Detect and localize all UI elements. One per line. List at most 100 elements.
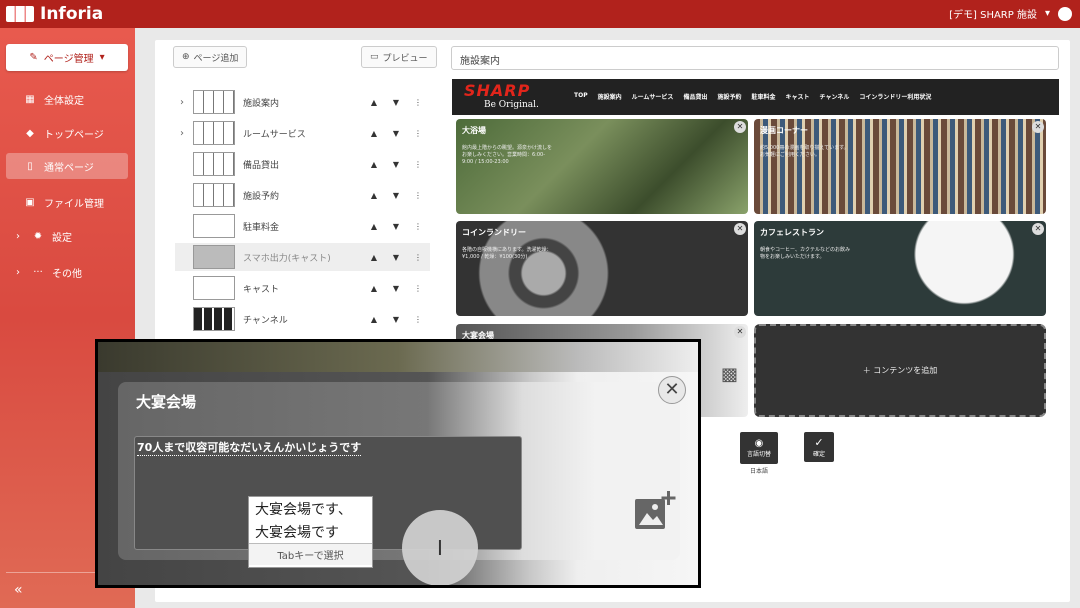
text-cursor-icon: I <box>402 510 478 585</box>
move-down-icon[interactable]: ▼ <box>385 253 407 262</box>
more-vert-icon[interactable]: ⋮ <box>407 129 429 138</box>
more-vert-icon[interactable]: ⋮ <box>407 98 429 107</box>
content-card[interactable]: コインランドリー 各階の自販機横にあります。洗濯乾燥：¥1,000 / 乾燥：¥… <box>456 221 748 316</box>
add-content-button[interactable]: ＋ コンテンツを追加 <box>754 324 1046 417</box>
chevron-right-icon[interactable]: › <box>175 128 189 139</box>
add-image-icon[interactable]: ▩ <box>721 364 738 385</box>
card-title: 大宴会場 <box>136 393 197 411</box>
move-up-icon[interactable]: ▲ <box>363 160 385 169</box>
more-icon: ··· <box>33 266 43 278</box>
confirm-label: 確定 <box>812 451 825 458</box>
more-vert-icon[interactable]: ⋮ <box>407 191 429 200</box>
account-name: [デモ] SHARP 施設 <box>949 10 1037 21</box>
preview-nav-item[interactable]: チャンネル <box>820 92 850 101</box>
user-icon[interactable] <box>1058 6 1072 21</box>
move-down-icon[interactable]: ▼ <box>385 315 407 324</box>
page-list-item[interactable]: › ルームサービス ▲ ▼ ⋮ <box>175 119 430 147</box>
page-menu-label: ページ管理 <box>43 54 94 65</box>
page-list-item[interactable]: チャンネル ▲ ▼ ⋮ <box>175 305 430 333</box>
page-label: スマホ出力(キャスト) <box>243 253 331 264</box>
preview-nav-item[interactable]: TOP <box>574 92 588 101</box>
sidebar-item-top-page[interactable]: ◆ トップページ <box>6 120 128 146</box>
more-vert-icon[interactable]: ⋮ <box>407 284 429 293</box>
close-icon[interactable]: ✕ <box>734 121 746 133</box>
close-icon[interactable]: ✕ <box>658 376 686 404</box>
ime-candidate[interactable]: 大宴会場です、 <box>249 497 372 520</box>
brand-logo: SHARP <box>464 81 531 100</box>
preview-nav: TOP 施設案内 ルームサービス 備品貸出 施設予約 駐車料金 キャスト チャン… <box>574 92 931 101</box>
page-list-item[interactable]: キャスト ▲ ▼ ⋮ <box>175 274 430 302</box>
page-list-item[interactable]: 駐車料金 ▲ ▼ ⋮ <box>175 212 430 240</box>
move-up-icon[interactable]: ▲ <box>363 222 385 231</box>
page-thumbnail <box>193 307 235 331</box>
pencil-icon: ✎ <box>29 52 38 63</box>
move-down-icon[interactable]: ▼ <box>385 129 407 138</box>
page-list-item[interactable]: › 施設案内 ▲ ▼ ⋮ <box>175 88 430 116</box>
logo-mark-icon <box>6 6 34 22</box>
page-title-field[interactable]: 施設案内 <box>451 46 1059 70</box>
move-down-icon[interactable]: ▼ <box>385 222 407 231</box>
chevron-right-icon[interactable]: › <box>175 97 189 108</box>
ime-candidate[interactable]: 大宴会場です <box>249 520 372 543</box>
preview-nav-item[interactable]: 施設案内 <box>598 92 622 101</box>
more-vert-icon[interactable]: ⋮ <box>407 222 429 231</box>
content-card[interactable]: 漫画コーナー 約5,000冊の漫画を取り揃えています。お気軽にご利用ください。 … <box>754 119 1046 214</box>
preview-nav-item[interactable]: キャスト <box>785 92 809 101</box>
add-image-icon[interactable] <box>633 489 677 533</box>
gear-icon: ✹ <box>33 230 43 242</box>
app-logo[interactable]: Inforia <box>6 4 103 24</box>
move-up-icon[interactable]: ▲ <box>363 253 385 262</box>
sidebar-item-settings[interactable]: › ✹ 設定 <box>6 223 128 249</box>
top-bar: Inforia [デモ] SHARP 施設 ▾ <box>0 0 1080 28</box>
page-label: チャンネル <box>243 315 288 326</box>
language-switch-button[interactable]: ◉ 言語切替 <box>740 432 778 464</box>
preview-nav-item[interactable]: 施設予約 <box>717 92 741 101</box>
move-up-icon[interactable]: ▲ <box>363 315 385 324</box>
sidebar-item-normal-page[interactable]: ▯ 通常ページ <box>6 153 128 179</box>
sidebar-item-other[interactable]: › ··· その他 <box>6 259 128 285</box>
page-list-item[interactable]: 備品貸出 ▲ ▼ ⋮ <box>175 150 430 178</box>
move-down-icon[interactable]: ▼ <box>385 98 407 107</box>
move-down-icon[interactable]: ▼ <box>385 284 407 293</box>
sidebar-item-label: 全体設定 <box>44 95 84 107</box>
move-down-icon[interactable]: ▼ <box>385 160 407 169</box>
collapse-sidebar-icon[interactable]: « <box>14 582 23 598</box>
preview-button[interactable]: ▭ プレビュー <box>361 46 437 68</box>
grid-icon: ▦ <box>25 93 35 105</box>
confirm-button[interactable]: ✓ 確定 <box>804 432 834 462</box>
close-icon[interactable]: ✕ <box>1032 223 1044 235</box>
preview-nav-item[interactable]: コインランドリー利用状況 <box>859 92 931 101</box>
move-down-icon[interactable]: ▼ <box>385 191 407 200</box>
account-menu[interactable]: [デモ] SHARP 施設 ▾ <box>949 6 1072 21</box>
move-up-icon[interactable]: ▲ <box>363 191 385 200</box>
page-label: 駐車料金 <box>243 222 280 233</box>
more-vert-icon[interactable]: ⋮ <box>407 160 429 169</box>
page-thumbnail <box>193 90 235 114</box>
close-icon[interactable]: ✕ <box>734 223 746 235</box>
move-up-icon[interactable]: ▲ <box>363 284 385 293</box>
close-icon[interactable]: ✕ <box>1032 121 1044 133</box>
close-icon[interactable]: ✕ <box>734 326 746 338</box>
card-image-strip <box>98 342 698 372</box>
sidebar-item-global-settings[interactable]: ▦ 全体設定 <box>6 86 128 112</box>
more-vert-icon[interactable]: ⋮ <box>407 253 429 262</box>
move-up-icon[interactable]: ▲ <box>363 98 385 107</box>
typed-text: 70人まで収容可能なだいえんかいじょうです <box>137 441 362 456</box>
sidebar-item-file-management[interactable]: ▣ ファイル管理 <box>6 189 128 215</box>
preview-nav-item[interactable]: 備品貸出 <box>683 92 707 101</box>
page-list-item[interactable]: スマホ出力(キャスト) ▲ ▼ ⋮ <box>175 243 430 271</box>
preview-nav-item[interactable]: ルームサービス <box>632 92 674 101</box>
card-title: 大浴場 <box>462 126 486 135</box>
content-card[interactable]: 大浴場 館内最上階からの眺望。源泉かけ流しをお楽しみください。営業時間：6:00… <box>456 119 748 214</box>
page-management-dropdown[interactable]: ✎ ページ管理 ▾ <box>6 44 128 71</box>
card-title: 漫画コーナー <box>760 126 808 135</box>
page-list-item[interactable]: 施設予約 ▲ ▼ ⋮ <box>175 181 430 209</box>
page-label: 施設案内 <box>243 98 280 109</box>
content-card[interactable]: カフェレストラン 朝食やコーヒー、カクテルなどのお飲み物をお楽しみいただけます。… <box>754 221 1046 316</box>
more-vert-icon[interactable]: ⋮ <box>407 315 429 324</box>
move-up-icon[interactable]: ▲ <box>363 129 385 138</box>
add-page-button[interactable]: ⊕ ページ追加 <box>173 46 248 68</box>
page-thumbnail <box>193 121 235 145</box>
card-description: 朝食やコーヒー、カクテルなどのお飲み物をお楽しみいただけます。 <box>760 247 850 260</box>
preview-nav-item[interactable]: 駐車料金 <box>751 92 775 101</box>
